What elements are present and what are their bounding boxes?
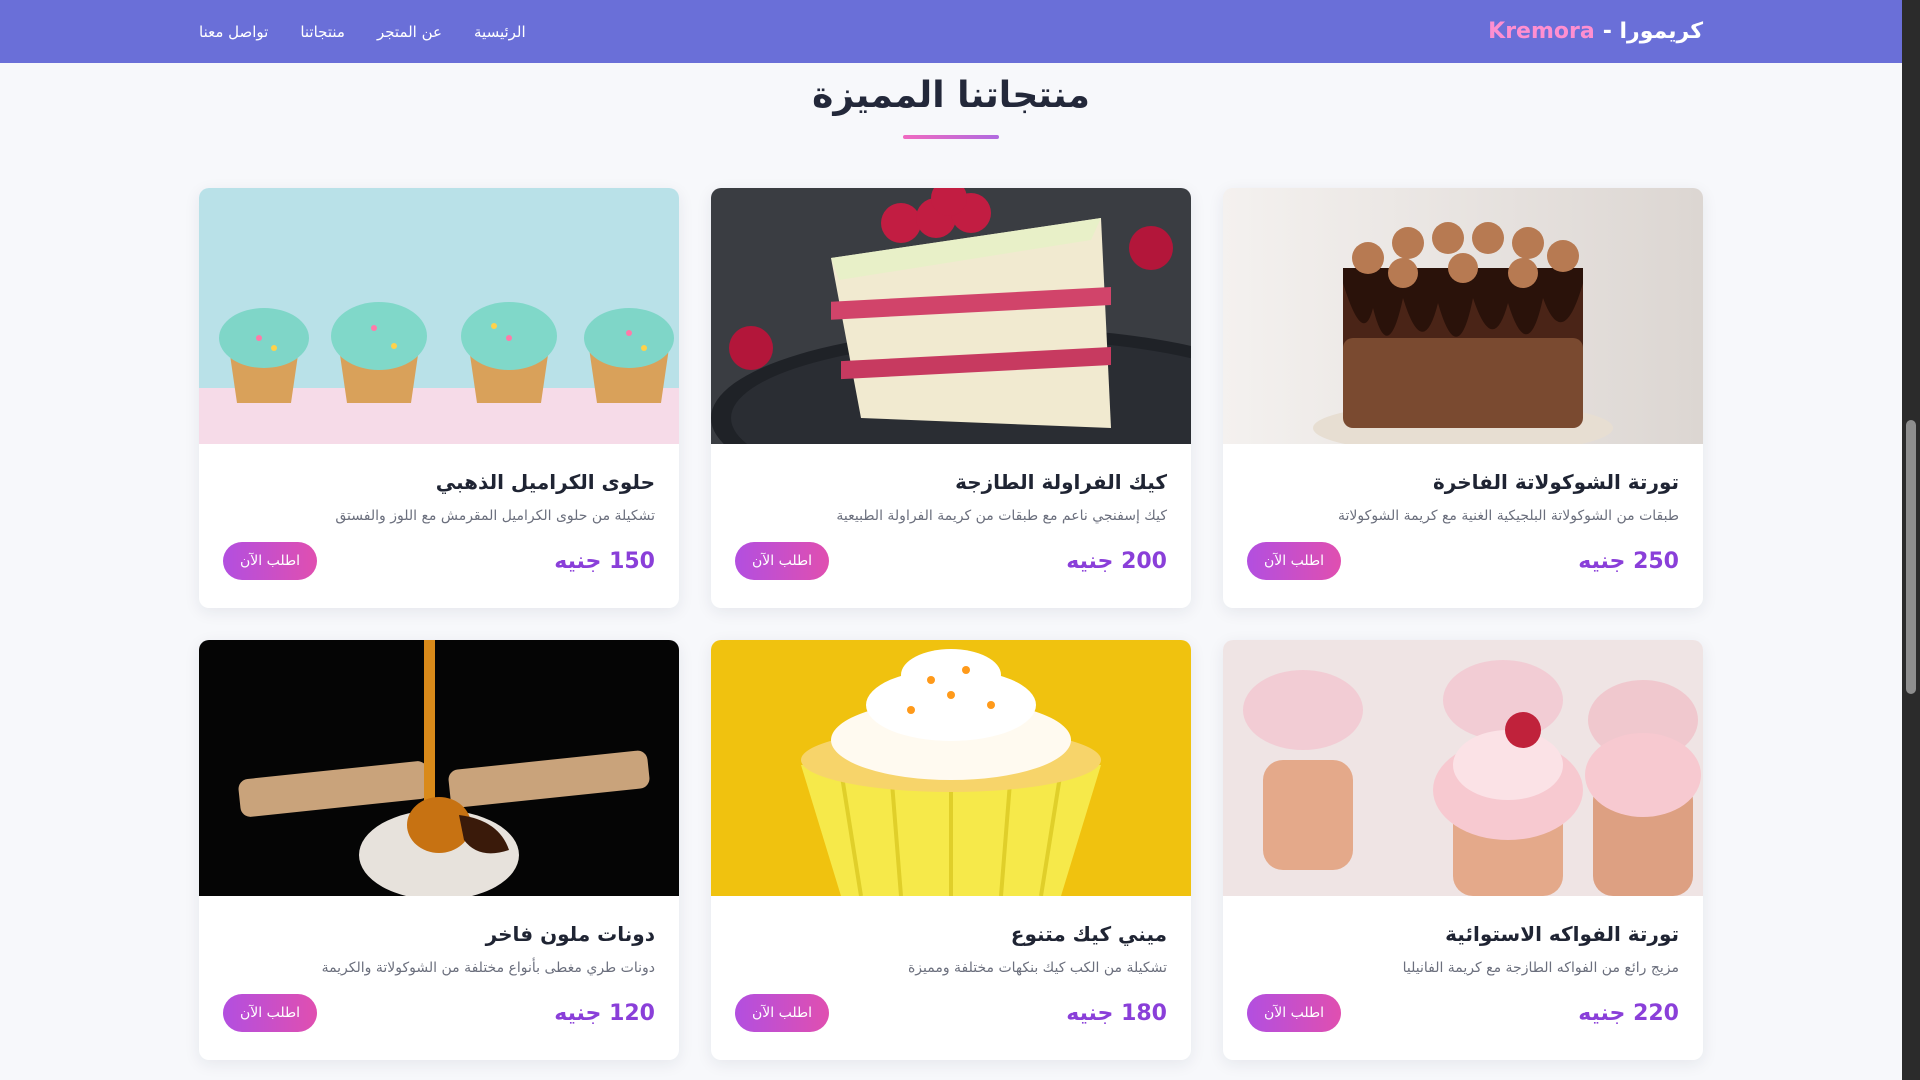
- order-now-button[interactable]: اطلب الآن: [223, 542, 317, 580]
- product-image-caramel-dessert: [199, 640, 679, 896]
- product-title: ميني كيك متنوع: [1010, 922, 1167, 946]
- product-price: 200 جنيه: [1066, 548, 1167, 574]
- nav-links: الرئيسية عن المتجر منتجاتنا تواصل معنا: [199, 22, 526, 41]
- product-title: تورتة الفواكه الاستوائية: [1445, 922, 1679, 946]
- order-now-button[interactable]: اطلب الآن: [1247, 542, 1341, 580]
- product-card: تورتة الشوكولاتة الفاخرة طبقات من الشوكو…: [1223, 188, 1703, 608]
- order-now-button[interactable]: اطلب الآن: [735, 994, 829, 1032]
- product-card: كيك الفراولة الطازجة كيك إسفنجي ناعم مع …: [711, 188, 1191, 608]
- product-image-pink-cupcakes: [1223, 640, 1703, 896]
- nav-contact[interactable]: تواصل معنا: [199, 23, 268, 41]
- product-description: مزيج رائع من الفواكه الطازجة مع كريمة ال…: [1402, 960, 1679, 976]
- nav-products[interactable]: منتجاتنا: [300, 23, 345, 41]
- product-price: 180 جنيه: [1066, 1000, 1167, 1026]
- product-title: دونات ملون فاخر: [485, 922, 655, 946]
- product-description: دونات طري مغطى بأنواع مختلفة من الشوكولا…: [321, 960, 655, 976]
- nav-about[interactable]: عن المتجر: [377, 23, 442, 41]
- product-price: 250 جنيه: [1578, 548, 1679, 574]
- section-title: منتجاتنا المميزة: [812, 75, 1090, 116]
- order-now-button[interactable]: اطلب الآن: [223, 994, 317, 1032]
- product-description: تشكيلة من الكب كيك بنكهات مختلفة ومميزة: [907, 960, 1167, 976]
- product-card: دونات ملون فاخر دونات طري مغطى بأنواع مخ…: [199, 640, 679, 1060]
- product-image-yellow-cupcake: [711, 640, 1191, 896]
- order-now-button[interactable]: اطلب الآن: [1247, 994, 1341, 1032]
- product-description: تشكيلة من حلوى الكراميل المقرمش مع اللوز…: [335, 508, 655, 524]
- product-image-chocolate-cake: [1223, 188, 1703, 444]
- product-card: حلوى الكراميل الذهبي تشكيلة من حلوى الكر…: [199, 188, 679, 608]
- product-image-mint-cupcakes: [199, 188, 679, 444]
- navbar: كريمورا - Kremora الرئيسية عن المتجر منت…: [0, 0, 1902, 63]
- brand-latin: Kremora: [1488, 19, 1595, 44]
- nav-home[interactable]: الرئيسية: [474, 23, 526, 41]
- product-title: كيك الفراولة الطازجة: [955, 470, 1167, 494]
- product-title: تورتة الشوكولاتة الفاخرة: [1432, 470, 1679, 494]
- product-grid: تورتة الشوكولاتة الفاخرة طبقات من الشوكو…: [199, 188, 1703, 1060]
- order-now-button[interactable]: اطلب الآن: [735, 542, 829, 580]
- brand-logo[interactable]: كريمورا - Kremora: [1488, 19, 1703, 44]
- product-card: ميني كيك متنوع تشكيلة من الكب كيك بنكهات…: [711, 640, 1191, 1060]
- product-title: حلوى الكراميل الذهبي: [435, 470, 655, 494]
- product-price: 120 جنيه: [554, 1000, 655, 1026]
- product-description: طبقات من الشوكولاتة البلجيكية الغنية مع …: [1338, 508, 1679, 524]
- product-price: 150 جنيه: [554, 548, 655, 574]
- page-scrollbar[interactable]: [1902, 0, 1920, 1080]
- product-card: تورتة الفواكه الاستوائية مزيج رائع من ال…: [1223, 640, 1703, 1060]
- product-price: 220 جنيه: [1578, 1000, 1679, 1026]
- product-description: كيك إسفنجي ناعم مع طبقات من كريمة الفراو…: [836, 508, 1167, 524]
- brand-arabic: كريمورا -: [1602, 19, 1703, 44]
- scrollbar-thumb[interactable]: [1906, 420, 1916, 694]
- product-image-strawberry-cake-slice: [711, 188, 1191, 444]
- title-underline: [903, 135, 999, 139]
